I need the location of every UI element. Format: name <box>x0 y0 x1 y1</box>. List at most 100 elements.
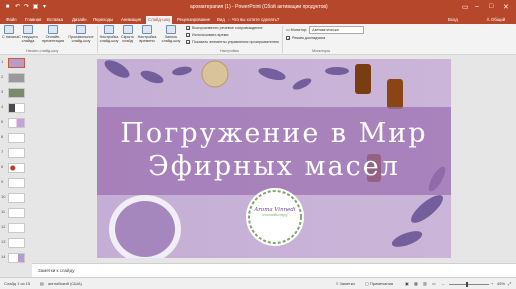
slide-canvas[interactable]: Погружение в Мир Эфирных масел Aroma Vin… <box>97 59 451 258</box>
slide-thumbnail[interactable] <box>8 253 25 263</box>
save-icon[interactable]: ■ <box>4 4 11 11</box>
comments-toggle[interactable]: ▢ Примечания <box>365 281 393 286</box>
normal-view-icon[interactable]: ▣ <box>405 281 409 286</box>
redo-icon[interactable]: ↷ <box>23 4 30 11</box>
use-timings-checkbox[interactable]: ✓ Использовать время <box>186 32 228 38</box>
ribbon-separator <box>282 26 283 53</box>
thumb-number: 9 <box>1 179 4 184</box>
checkbox-box: ✓ <box>186 39 191 45</box>
reading-view-icon[interactable]: ▥ <box>423 281 427 286</box>
title-bar: ■ ↶ ↷ ▣ ▾ ароматерапия (1) - PowerPoint … <box>0 0 516 15</box>
group-label-monitors: Мониторы <box>312 49 331 53</box>
tab-home[interactable]: Главная <box>23 16 43 24</box>
presentation-icon[interactable]: ▣ <box>32 4 39 11</box>
slide-thumbnail[interactable] <box>8 238 25 248</box>
ribbon-options-icon[interactable]: ▭ <box>462 3 469 11</box>
hide-slide-label: Скрыть слайд <box>121 35 134 43</box>
custom-slideshow-button[interactable]: Произвольное слайд-шоу <box>67 25 95 48</box>
slide-thumbnail[interactable] <box>8 133 25 143</box>
slide-title[interactable]: Погружение в Мир Эфирных масел <box>97 117 451 183</box>
zoom-slider[interactable] <box>449 284 489 285</box>
tab-file[interactable]: Файл <box>4 16 19 24</box>
tell-me-search[interactable]: ◌ Что вы хотите сделать? <box>228 16 279 24</box>
narration-checkbox[interactable]: ✓ Воспроизвести речевое сопровождение <box>186 25 263 31</box>
from-current-label: С текущего слайда <box>18 35 38 43</box>
media-controls-checkbox[interactable]: ✓ Показать элементы управления проигрыват… <box>186 39 279 45</box>
from-current-button[interactable]: С текущего слайда <box>17 25 39 48</box>
logo-text-line-2: aromatherapy <box>262 213 288 217</box>
record-slideshow-button[interactable]: Запись слайд-шоу <box>159 25 183 48</box>
language-indicator[interactable]: английский (США) <box>48 281 82 286</box>
slide-thumbnail[interactable] <box>8 163 25 173</box>
tab-slideshow[interactable]: Слайд-шоу <box>146 16 173 24</box>
minimize-icon[interactable]: – <box>475 3 479 10</box>
oil-bottle <box>387 79 403 109</box>
ribbon-tabs: Файл Главная Вставка Дизайн Переходы Ани… <box>0 15 516 30</box>
zoom-out-icon[interactable]: – <box>442 281 444 286</box>
thumb-number: 1 <box>1 59 4 64</box>
twine-ball <box>201 60 229 88</box>
tab-design[interactable]: Дизайн <box>70 16 88 24</box>
rehearse-timings-button[interactable]: Настройка времени <box>136 25 158 48</box>
custom-show-icon <box>76 25 86 34</box>
fit-to-window-icon[interactable]: ⤢ <box>508 281 511 286</box>
thumb-number: 12 <box>1 224 6 229</box>
slide-counter: Слайд 1 из 15 <box>4 281 31 286</box>
slide-thumbnail[interactable] <box>8 88 25 98</box>
notes-pane[interactable]: Заметки к слайду <box>32 263 516 277</box>
zoom-level[interactable]: 45% <box>497 281 505 286</box>
thumb-number: 4 <box>1 104 4 109</box>
tab-transitions[interactable]: Переходы <box>91 16 115 24</box>
thumb-number: 3 <box>1 89 4 94</box>
slide-thumbnail[interactable] <box>8 148 25 158</box>
slide-thumbnail[interactable] <box>8 73 25 83</box>
document-title: ароматерапия (1) - PowerPoint (Сбой акти… <box>190 4 328 10</box>
thumb-number: 14 <box>1 254 6 259</box>
presenter-view-checkbox[interactable]: ✓ Режим докладчика <box>286 35 325 41</box>
zoom-slider-thumb[interactable] <box>466 282 468 287</box>
slide-thumbnail[interactable] <box>8 58 25 68</box>
slide-thumbnail[interactable] <box>8 118 25 128</box>
slide-thumbnail[interactable] <box>8 178 25 188</box>
maximize-icon[interactable]: □ <box>489 3 493 10</box>
thumb-number: 6 <box>1 134 4 139</box>
thumb-number: 8 <box>1 164 4 169</box>
thumb-number: 2 <box>1 74 4 79</box>
slide-title-line-1: Погружение в Мир <box>120 118 428 149</box>
setup-slideshow-button[interactable]: Настройка слайд-шоу <box>99 25 119 48</box>
spellcheck-icon[interactable]: ▤ <box>40 281 44 286</box>
record-slideshow-label: Запись слайд-шоу <box>161 35 181 43</box>
hide-slide-icon <box>122 25 133 34</box>
online-presentation-button[interactable]: Онлайн-презентация <box>40 25 66 48</box>
checkbox-box: ✓ <box>186 32 191 38</box>
monitor-dropdown[interactable]: Автоматически <box>309 26 365 34</box>
slide-thumbnail[interactable] <box>8 208 25 218</box>
notes-placeholder: Заметки к слайду <box>38 268 75 273</box>
slide-thumbnail[interactable] <box>8 103 25 113</box>
tab-insert[interactable]: Вставка <box>45 16 65 24</box>
monitor-select[interactable]: ▭ Монитор: Автоматически <box>286 26 365 34</box>
tab-view[interactable]: Вид <box>215 16 227 24</box>
notes-toggle[interactable]: ≡ Заметки <box>336 281 355 286</box>
ribbon-separator <box>97 26 98 53</box>
tab-review[interactable]: Рецензирование <box>175 16 212 24</box>
hide-slide-button[interactable]: Скрыть слайд <box>120 25 135 48</box>
from-beginning-button[interactable]: С начала <box>2 25 18 48</box>
thumb-number: 11 <box>1 209 6 214</box>
slide-thumbnail[interactable] <box>8 223 25 233</box>
thumb-number: 13 <box>1 239 6 244</box>
zoom-in-icon[interactable]: + <box>491 281 493 286</box>
media-controls-label: Показать элементы управления проигрывате… <box>192 40 279 44</box>
slideshow-view-icon[interactable]: ▭ <box>432 281 436 286</box>
undo-icon[interactable]: ↶ <box>14 4 21 11</box>
login-link[interactable]: Вход <box>448 16 458 24</box>
slide-sorter-icon[interactable]: ▦ <box>414 281 418 286</box>
close-icon[interactable]: ✕ <box>503 3 509 11</box>
custom-slideshow-label: Произвольное слайд-шоу <box>68 35 94 43</box>
record-icon <box>166 25 176 34</box>
slide-thumbnail[interactable] <box>8 193 25 203</box>
use-timings-label: Использовать время <box>192 33 229 37</box>
tab-animation[interactable]: Анимация <box>119 16 143 24</box>
rehearse-timings-label: Настройка времени <box>137 35 157 43</box>
customize-toolbar-icon[interactable]: ▾ <box>41 4 48 11</box>
